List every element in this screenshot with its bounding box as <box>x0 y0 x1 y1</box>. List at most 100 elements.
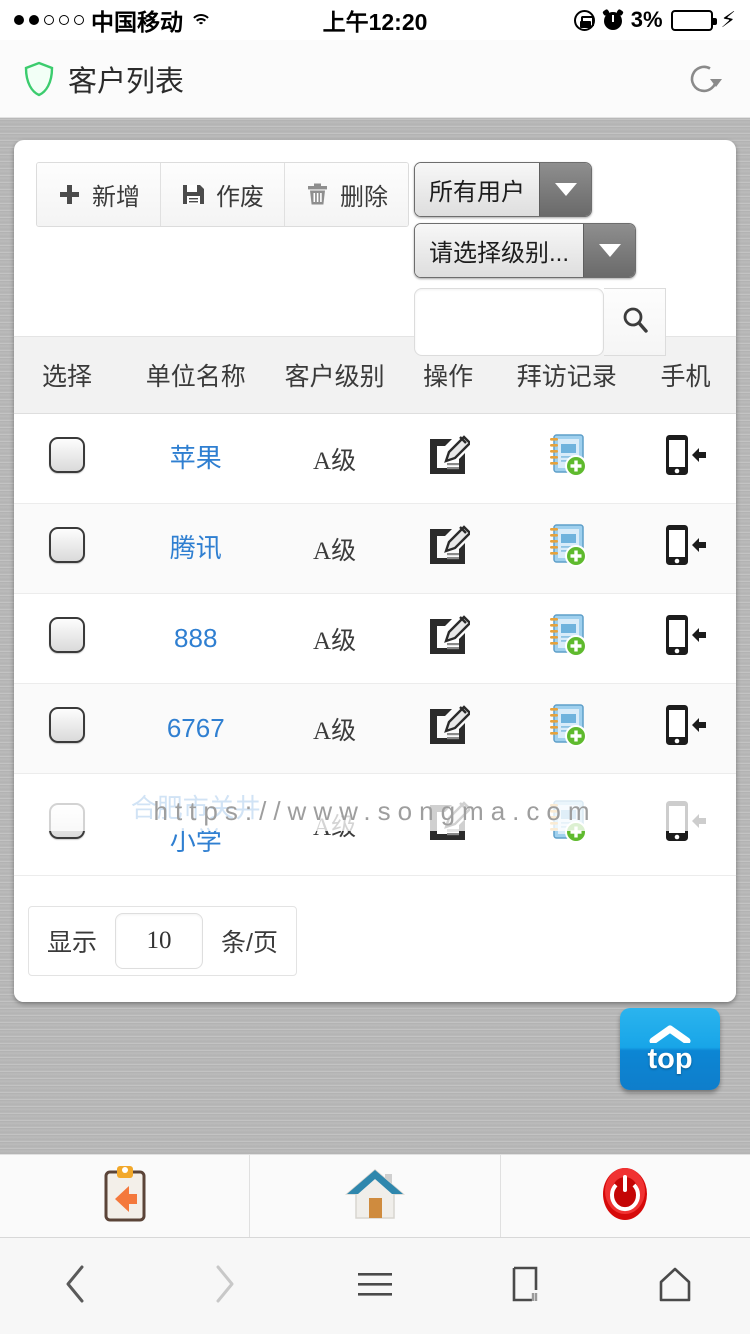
customer-list-card: 新增 作废 删除 所有用户 请选择级别... 选择 单位名称 客户级别 操作 拜… <box>14 140 736 1002</box>
plus-icon <box>57 182 82 207</box>
nav-home-button[interactable] <box>600 1262 750 1311</box>
table-row: 合肥市关井小学 A级 <box>14 773 736 876</box>
refresh-icon[interactable] <box>682 57 726 101</box>
alarm-clock-icon <box>601 8 624 30</box>
table-row: 6767 A级 <box>14 683 736 774</box>
add-notebook-icon[interactable] <box>545 524 589 574</box>
add-notebook-icon[interactable] <box>545 434 589 484</box>
power-off-button[interactable] <box>501 1155 750 1237</box>
table-body: 苹果 A级 腾讯 A级 888 A级 6767 A级 合肥市关井小学 A级 <box>14 413 736 876</box>
edit-icon[interactable] <box>426 801 472 849</box>
add-button[interactable]: 新增 <box>37 163 161 226</box>
battery-icon <box>670 9 717 31</box>
delete-button-label: 删除 <box>340 184 388 211</box>
customer-name-link[interactable]: 苹果 <box>170 442 222 475</box>
filter-controls: 所有用户 请选择级别... <box>414 162 714 356</box>
nav-forward-button[interactable] <box>150 1262 300 1311</box>
nav-back-icon <box>57 1262 93 1311</box>
customer-level: A级 <box>313 627 357 655</box>
user-filter-value: 所有用户 <box>415 163 539 216</box>
row-checkbox[interactable] <box>49 527 85 563</box>
add-notebook-icon[interactable] <box>545 704 589 754</box>
page-title: 客户列表 <box>68 65 185 98</box>
user-filter-select[interactable]: 所有用户 <box>414 162 592 217</box>
row-checkbox[interactable] <box>49 617 85 653</box>
page-size-suffix: 条/页 <box>221 929 278 957</box>
customer-name-link[interactable]: 888 <box>174 622 217 655</box>
row-level-cell: A级 <box>271 683 398 774</box>
row-visit-cell[interactable] <box>498 683 635 774</box>
void-button[interactable]: 作废 <box>161 163 285 226</box>
scroll-to-top-button[interactable]: top <box>620 1008 720 1090</box>
delete-button[interactable]: 删除 <box>285 163 408 226</box>
customer-level: A级 <box>313 813 357 841</box>
row-name-cell: 腾讯 <box>120 503 272 594</box>
mobile-phone-icon[interactable] <box>662 435 708 483</box>
customer-name-link[interactable]: 合肥市关井小学 <box>131 792 261 857</box>
edit-icon[interactable] <box>426 705 472 753</box>
mobile-phone-icon[interactable] <box>662 705 708 753</box>
mobile-phone-icon[interactable] <box>662 615 708 663</box>
ios-status-bar: 中国移动 上午12:20 3% ⚡ <box>0 0 750 40</box>
customer-name-link[interactable]: 腾讯 <box>170 532 222 565</box>
row-edit-cell[interactable] <box>397 413 499 504</box>
row-phone-cell[interactable] <box>634 503 736 594</box>
home-house-icon <box>344 1166 406 1227</box>
row-checkbox[interactable] <box>49 707 85 743</box>
row-name-cell: 888 <box>120 593 272 684</box>
nav-menu-icon <box>355 1268 395 1305</box>
row-visit-cell[interactable] <box>498 413 635 504</box>
clipboard-back-icon <box>99 1164 151 1229</box>
browser-nav-bar <box>0 1238 750 1334</box>
caret-down-icon <box>583 224 636 277</box>
add-notebook-icon[interactable] <box>545 800 589 850</box>
lightning-bolt-icon: ⚡ <box>720 7 736 32</box>
nav-back-button[interactable] <box>0 1262 150 1311</box>
row-edit-cell[interactable] <box>397 773 499 876</box>
row-visit-cell[interactable] <box>498 503 635 594</box>
row-phone-cell[interactable] <box>634 773 736 876</box>
row-checkbox[interactable] <box>49 437 85 473</box>
customer-name-link[interactable]: 6767 <box>167 712 225 745</box>
customer-level: A级 <box>313 537 357 565</box>
void-button-label: 作废 <box>216 184 264 211</box>
shield-icon <box>24 61 54 97</box>
nav-menu-button[interactable] <box>300 1268 450 1305</box>
row-edit-cell[interactable] <box>397 683 499 774</box>
home-button[interactable] <box>250 1155 501 1237</box>
row-edit-cell[interactable] <box>397 593 499 684</box>
power-off-icon <box>597 1165 653 1228</box>
search-input[interactable] <box>414 288 604 356</box>
mobile-phone-icon[interactable] <box>662 801 708 849</box>
row-level-cell: A级 <box>271 593 398 684</box>
edit-icon[interactable] <box>426 615 472 663</box>
mobile-phone-icon[interactable] <box>662 525 708 573</box>
row-select-cell <box>14 503 121 594</box>
edit-icon[interactable] <box>426 525 472 573</box>
row-visit-cell[interactable] <box>498 593 635 684</box>
nav-tabs-button[interactable] <box>450 1262 600 1311</box>
search-icon <box>619 304 651 341</box>
save-floppy-icon <box>181 182 206 207</box>
back-to-list-button[interactable] <box>0 1155 251 1237</box>
add-button-label: 新增 <box>92 184 140 211</box>
row-phone-cell[interactable] <box>634 593 736 684</box>
page-size-input[interactable]: 10 <box>115 913 204 969</box>
row-visit-cell[interactable] <box>498 773 635 876</box>
add-notebook-icon[interactable] <box>545 614 589 664</box>
search-row <box>414 288 714 356</box>
level-filter-select[interactable]: 请选择级别... <box>414 223 637 278</box>
wifi-icon <box>190 12 212 29</box>
row-edit-cell[interactable] <box>397 503 499 594</box>
row-checkbox[interactable] <box>49 803 85 839</box>
table-row: 888 A级 <box>14 593 736 684</box>
edit-icon[interactable] <box>426 435 472 483</box>
card-toolbar-area: 新增 作废 删除 所有用户 请选择级别... <box>14 140 736 356</box>
row-name-cell: 苹果 <box>120 413 272 504</box>
rotation-lock-icon <box>573 9 595 31</box>
row-select-cell <box>14 773 121 876</box>
trash-icon <box>305 182 330 207</box>
row-phone-cell[interactable] <box>634 413 736 504</box>
search-button[interactable] <box>604 288 666 356</box>
row-phone-cell[interactable] <box>634 683 736 774</box>
